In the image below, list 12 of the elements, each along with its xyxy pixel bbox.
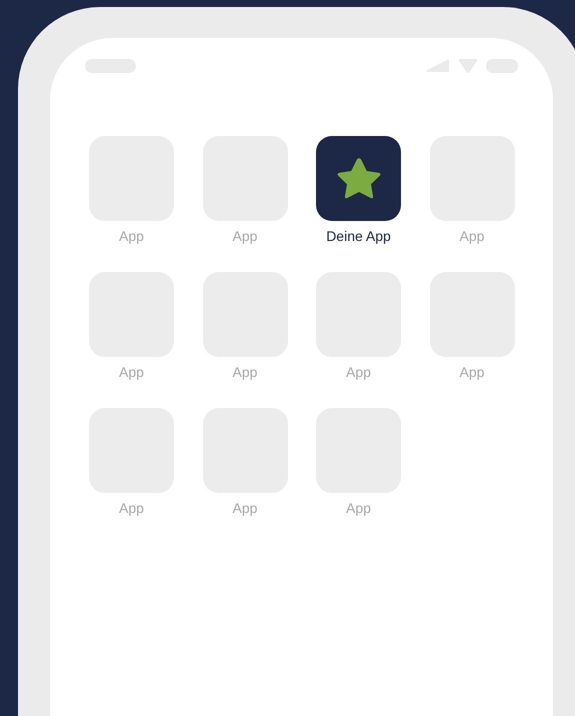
app-label: App [119,363,144,381]
app-label: Deine App [326,227,391,245]
app-label: App [119,499,144,517]
app-label: App [460,363,484,381]
app-label: App [460,227,484,245]
app-icon[interactable] [316,136,401,221]
app-label: App [346,363,371,381]
app-label: App [119,227,144,245]
app-label: App [346,499,371,517]
app-label: App [232,363,258,381]
app-label: App [232,499,258,517]
app-label: App [232,227,258,245]
